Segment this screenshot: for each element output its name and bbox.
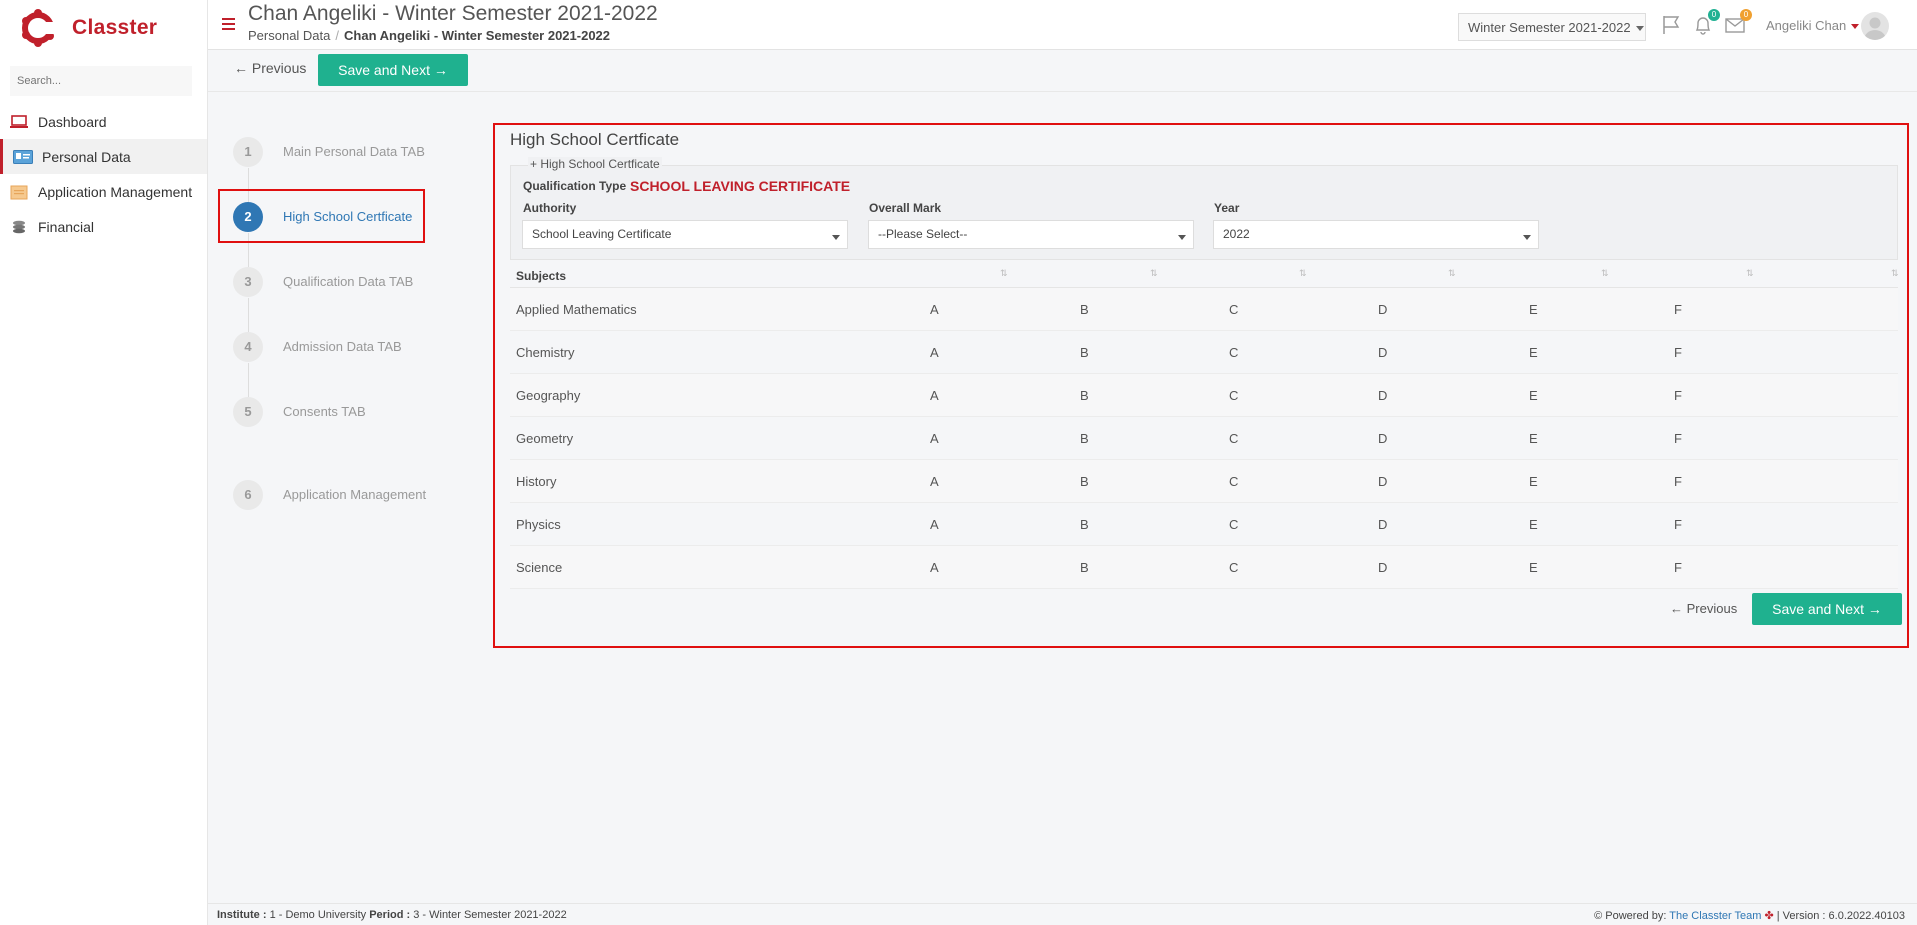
step-label: Qualification Data TAB: [283, 274, 414, 289]
step-number: 4: [233, 332, 263, 362]
semester-select-value: Winter Semester 2021-2022: [1468, 20, 1631, 35]
step-label: Main Personal Data TAB: [283, 144, 425, 159]
coins-icon: [8, 218, 30, 236]
step-main-personal-data[interactable]: 1 Main Personal Data TAB: [230, 137, 470, 177]
panel-highlight: [493, 123, 1909, 648]
avatar[interactable]: [1861, 12, 1889, 40]
header: Chan Angeliki - Winter Semester 2021-202…: [208, 0, 1917, 50]
classter-logo-icon: [22, 9, 58, 47]
period-label: Period :: [369, 909, 411, 921]
active-step-highlight: [218, 189, 425, 243]
sidebar-item-label: Application Management: [38, 183, 193, 200]
sidebar-item-label: Personal Data: [42, 148, 131, 165]
semester-select[interactable]: Winter Semester 2021-2022: [1458, 13, 1646, 41]
footer-info: Institute : 1 - Demo University Period :…: [217, 909, 567, 921]
breadcrumb-root[interactable]: Personal Data: [248, 28, 330, 43]
breadcrumb-current: Chan Angeliki - Winter Semester 2021-202…: [344, 28, 611, 43]
period-value: 3 - Winter Semester 2021-2022: [413, 909, 567, 921]
sidebar-search-input[interactable]: [10, 66, 192, 96]
sidebar-item-personal-data[interactable]: Personal Data: [0, 139, 207, 174]
sidebar-item-application-management[interactable]: Application Management: [0, 174, 207, 209]
sidebar-item-dashboard[interactable]: Dashboard: [0, 104, 207, 139]
footer: Institute : 1 - Demo University Period :…: [208, 903, 1917, 925]
notifications-badge: 0: [1708, 9, 1720, 21]
version-text: | Version : 6.0.2022.40103: [1776, 910, 1905, 922]
classter-team-link[interactable]: The Classter Team: [1669, 910, 1761, 922]
sidebar-item-label: Dashboard: [38, 113, 107, 130]
id-card-icon: [12, 148, 34, 166]
user-name: Angeliki Chan: [1766, 18, 1847, 33]
chevron-down-icon: [1851, 24, 1860, 30]
envelope-icon[interactable]: 0: [1724, 9, 1752, 36]
step-consents[interactable]: 5 Consents TAB: [230, 397, 470, 437]
step-number: 6: [233, 480, 263, 510]
previous-button-bottom[interactable]: ← Previous: [1670, 601, 1737, 616]
toolbar: ← Previous Save and Next →: [208, 50, 1917, 92]
institute-value: 1 - Demo University: [269, 909, 367, 921]
step-number: 3: [233, 267, 263, 297]
step-label: Application Management: [283, 487, 427, 502]
step-number: 1: [233, 137, 263, 167]
institute-label: Institute :: [217, 909, 267, 921]
user-menu[interactable]: Angeliki Chan: [1766, 18, 1860, 33]
folder-icon: [8, 183, 30, 201]
app-name: Classter: [72, 16, 158, 39]
footer-credits: © Powered by: The Classter Team ✤ | Vers…: [1594, 909, 1905, 922]
previous-button[interactable]: ← Previous: [234, 60, 306, 76]
step-admission-data[interactable]: 4 Admission Data TAB: [230, 332, 470, 372]
step-application-management[interactable]: 6 Application Management: [230, 480, 470, 520]
save-and-next-button[interactable]: Save and Next →: [318, 54, 468, 86]
messages-badge: 0: [1740, 9, 1752, 21]
sidebar-item-financial[interactable]: Financial: [0, 209, 207, 244]
sidebar-item-label: Financial: [38, 218, 95, 235]
breadcrumb: Personal Data / Chan Angeliki - Winter Sem…: [248, 28, 611, 43]
step-label: Consents TAB: [283, 404, 366, 419]
save-and-next-button-bottom[interactable]: Save and Next →: [1752, 593, 1902, 625]
flag-icon[interactable]: [1660, 14, 1682, 36]
step-label: Admission Data TAB: [283, 339, 402, 354]
step-qualification-data[interactable]: 3 Qualification Data TAB: [230, 267, 470, 307]
step-number: 5: [233, 397, 263, 427]
laptop-icon: [8, 113, 30, 131]
logo[interactable]: Classter: [18, 8, 157, 48]
powered-by-label: Powered by:: [1605, 910, 1667, 922]
page-title: Chan Angeliki - Winter Semester 2021-202…: [248, 2, 658, 25]
sidebar: Classter Dashboard Personal Data Applica…: [0, 0, 208, 925]
bell-icon[interactable]: 0: [1692, 9, 1720, 36]
chevron-down-icon: [1635, 26, 1644, 32]
menu-toggle-icon[interactable]: [222, 18, 235, 30]
sidebar-nav: Dashboard Personal Data Application Mana…: [0, 104, 207, 244]
classter-logo-small-icon: ✤: [1764, 910, 1774, 922]
classter-small-icon: ©: [1594, 910, 1603, 922]
